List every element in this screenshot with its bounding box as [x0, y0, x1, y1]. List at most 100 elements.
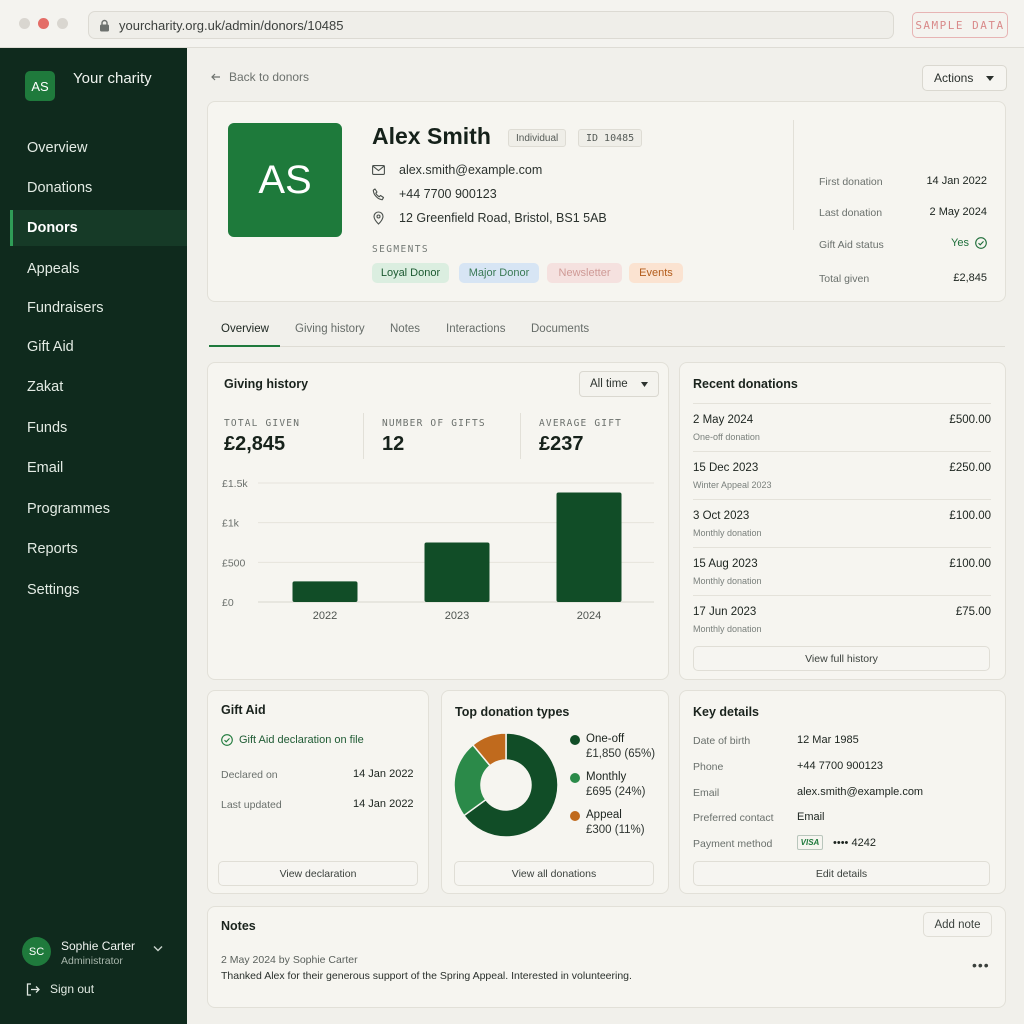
sidebar-item-funds[interactable]: Funds: [10, 410, 187, 446]
url-text: yourcharity.org.uk/admin/donors/10485: [119, 17, 344, 33]
segment-tag-newsletter[interactable]: Newsletter: [547, 263, 622, 283]
donation-row[interactable]: 15 Dec 2023 Winter Appeal 2023 £250.00: [693, 451, 991, 499]
first-donation-label: First donation: [819, 176, 883, 188]
donor-phone[interactable]: +44 7700 900123: [372, 187, 497, 201]
donation-row[interactable]: 17 Jun 2023 Monthly donation £75.00: [693, 595, 991, 643]
sign-out-button[interactable]: Sign out: [26, 982, 94, 996]
donation-date: 2 May 2024: [693, 414, 754, 426]
sidebar-item-donors[interactable]: Donors: [10, 210, 187, 246]
donation-type: One-off donation: [693, 432, 760, 442]
notes-card: Notes Add note 2 May 2024 by Sophie Cart…: [207, 906, 1006, 1008]
segment-tag-events[interactable]: Events: [629, 263, 683, 283]
avatar: SC: [22, 937, 51, 966]
main-content: Back to donors Actions AS Alex Smith Ind…: [187, 48, 1024, 1024]
last-donation-value: 2 May 2024: [929, 206, 987, 218]
sidebar-item-programmes[interactable]: Programmes: [10, 491, 187, 527]
gift-aid-card: Gift Aid Gift Aid declaration on file De…: [207, 690, 429, 894]
view-declaration-button[interactable]: View declaration: [218, 861, 418, 886]
donation-row[interactable]: 2 May 2024 One-off donation £500.00: [693, 403, 991, 451]
tab-notes[interactable]: Notes: [390, 323, 420, 335]
y-tick-label: £0: [222, 597, 234, 609]
donation-amount: £75.00: [955, 606, 991, 618]
window-dot[interactable]: [19, 18, 30, 29]
tab-overview[interactable]: Overview: [221, 323, 269, 335]
add-note-button[interactable]: Add note: [923, 912, 992, 937]
location-pin-icon: [373, 211, 384, 225]
lock-icon: [100, 19, 109, 31]
address-bar[interactable]: yourcharity.org.uk/admin/donors/10485: [88, 11, 894, 39]
tab-giving-history[interactable]: Giving history: [295, 323, 365, 335]
email-value: alex.smith@example.com: [797, 786, 924, 798]
gift-aid-status-text: Yes: [951, 237, 969, 249]
note-author: Sophie Carter: [292, 954, 358, 966]
donor-tabs: Overview Giving history Notes Interactio…: [209, 320, 1005, 347]
view-full-history-button[interactable]: View full history: [693, 646, 990, 671]
address-text: 12 Greenfield Road, Bristol, BS1 5AB: [399, 211, 607, 225]
donation-row[interactable]: 15 Aug 2023 Monthly donation £100.00: [693, 547, 991, 595]
phone-text: +44 7700 900123: [399, 187, 497, 201]
sample-data-badge: SAMPLE DATA: [912, 12, 1008, 38]
sidebar-item-email[interactable]: Email: [10, 450, 187, 486]
brand-name[interactable]: Your charity: [73, 70, 153, 88]
gift-aid-status-value: Yes: [951, 237, 987, 249]
mail-icon: [372, 165, 385, 175]
user-menu[interactable]: SC Sophie Carter Administrator: [22, 937, 172, 967]
giving-bar-chart: £0 £500 £1k £1.5k 2022 2023 2024: [222, 478, 654, 622]
check-circle-icon: [221, 734, 233, 746]
edit-details-button[interactable]: Edit details: [693, 861, 990, 886]
donor-email[interactable]: alex.smith@example.com: [372, 163, 542, 177]
donation-row[interactable]: 3 Oct 2023 Monthly donation £100.00: [693, 499, 991, 547]
donation-date: 15 Dec 2023: [693, 462, 759, 474]
x-tick-label: 2023: [445, 610, 469, 622]
brand-logo[interactable]: AS: [25, 71, 55, 101]
preferred-contact-label: Preferred contact: [693, 812, 774, 824]
window-dot-close[interactable]: [38, 18, 49, 29]
sidebar-item-overview[interactable]: Overview: [10, 130, 187, 166]
actions-dropdown[interactable]: Actions: [922, 65, 1007, 91]
legend-value-one-off: £1,850 (65%): [586, 748, 656, 760]
segment-tag-loyal-donor[interactable]: Loyal Donor: [372, 263, 449, 283]
bar-2023[interactable]: [424, 542, 490, 603]
donor-profile-card: AS Alex Smith Individual ID 10485 alex.s…: [207, 101, 1006, 302]
tab-documents[interactable]: Documents: [531, 323, 589, 335]
preferred-contact-value: Email: [797, 811, 825, 823]
segments-title: SEGMENTS: [372, 244, 429, 255]
sidebar-item-appeals[interactable]: Appeals: [10, 251, 187, 287]
legend-name-monthly: Monthly: [586, 771, 627, 783]
email-label: Email: [693, 787, 720, 799]
profile-divider: [793, 120, 794, 230]
chevron-down-icon[interactable]: [153, 945, 163, 952]
segment-tag-major-donor[interactable]: Major Donor: [459, 263, 539, 283]
bar-2024[interactable]: [556, 492, 622, 602]
sidebar-item-zakat[interactable]: Zakat: [10, 369, 187, 405]
gift-aid-declaration-status: Gift Aid declaration on file: [221, 734, 364, 746]
donor-address: 12 Greenfield Road, Bristol, BS1 5AB: [372, 211, 607, 225]
tab-interactions[interactable]: Interactions: [446, 323, 505, 335]
bar-2022[interactable]: [292, 581, 358, 602]
first-donation-value: 14 Jan 2022: [926, 175, 987, 187]
back-link[interactable]: Back to donors: [211, 70, 309, 84]
caret-down-icon: [986, 76, 994, 81]
key-details-card: Key details Date of birth 12 Mar 1985 Ph…: [679, 690, 1006, 894]
notes-title: Notes: [221, 919, 256, 933]
more-options-icon[interactable]: •••: [972, 957, 990, 973]
legend-swatch-one-off: [570, 735, 580, 745]
sign-out-icon: [26, 982, 40, 996]
back-label: Back to donors: [229, 70, 310, 84]
last-donation-label: Last donation: [819, 207, 883, 219]
sidebar-item-gift-aid[interactable]: Gift Aid: [10, 329, 187, 365]
phone-value: +44 7700 900123: [797, 760, 883, 772]
sidebar-item-settings[interactable]: Settings: [10, 572, 187, 608]
user-role: Administrator: [61, 955, 123, 967]
donation-type: Winter Appeal 2023: [693, 480, 772, 490]
active-tab-indicator: [209, 345, 280, 347]
sidebar-item-donations[interactable]: Donations: [10, 170, 187, 206]
view-all-donations-button[interactable]: View all donations: [454, 861, 654, 886]
top-donation-types-card: Top donation types One-off £1,850 (65%) …: [441, 690, 669, 894]
sidebar-item-fundraisers[interactable]: Fundraisers: [10, 290, 187, 326]
legend-swatch-monthly: [570, 773, 580, 783]
declared-on-value: 14 Jan 2022: [353, 768, 414, 780]
sidebar-item-reports[interactable]: Reports: [10, 531, 187, 567]
payment-method-label: Payment method: [693, 838, 773, 850]
window-dot[interactable]: [57, 18, 68, 29]
